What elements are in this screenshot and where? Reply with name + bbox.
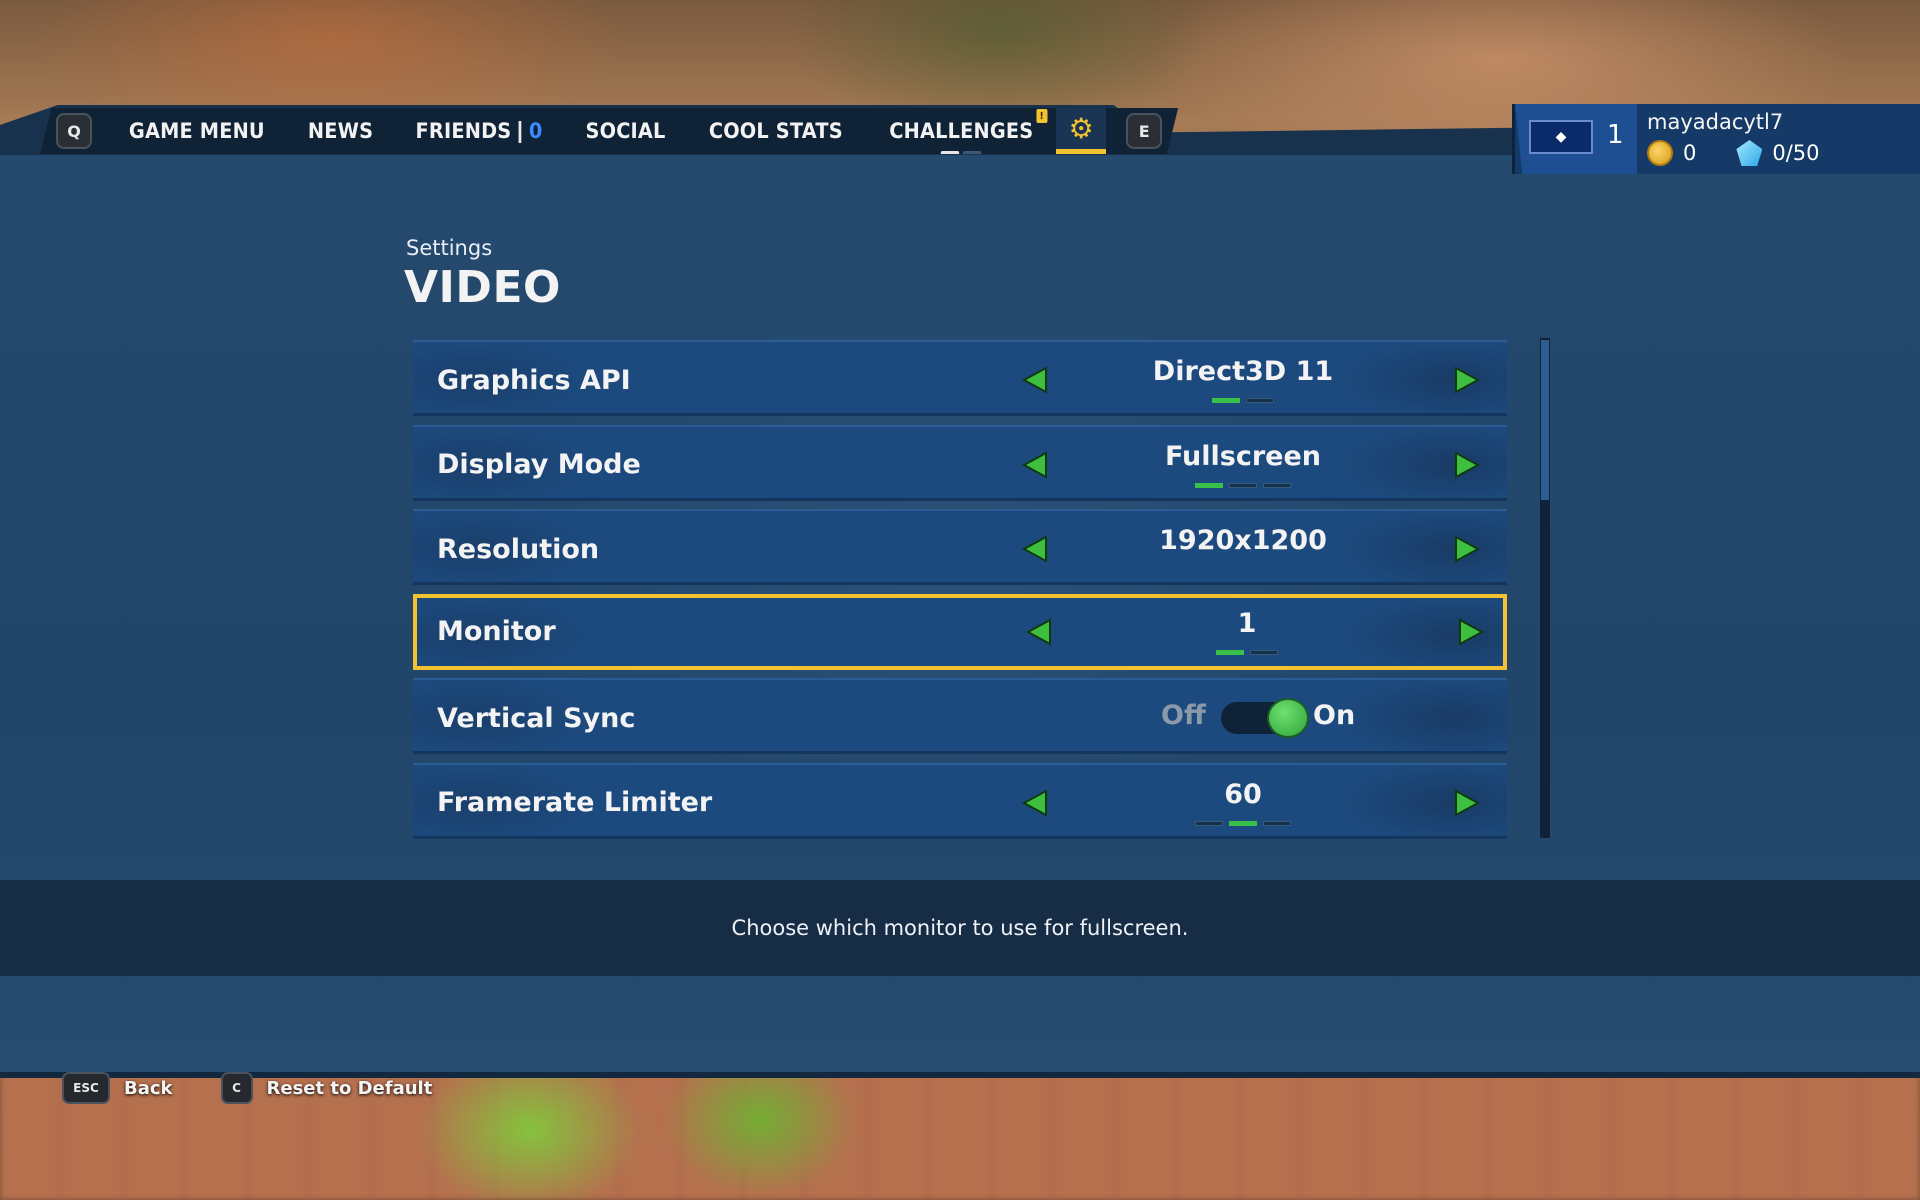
setting-label: Framerate Limiter [437, 787, 713, 818]
toggle-knob [1267, 698, 1309, 738]
option-pips [1093, 820, 1393, 826]
tab-friends-label: FRIENDS [415, 119, 512, 143]
settings-scrollbar[interactable] [1540, 338, 1550, 838]
setting-description: Choose which monitor to use for fullscre… [0, 880, 1920, 976]
setting-graphics-api[interactable]: Graphics API Direct3D 11 [413, 340, 1507, 416]
setting-value: 1920x1200 [1159, 525, 1327, 556]
tab-news[interactable]: NEWS [292, 119, 389, 143]
breadcrumb: Settings [406, 236, 493, 260]
arrow-right-icon[interactable] [1452, 450, 1482, 480]
back-button[interactable]: Back [124, 1078, 173, 1099]
settings-list: Graphics API Direct3D 11 Display Mode Fu… [413, 340, 1507, 847]
reset-to-default-button[interactable]: Reset to Default [267, 1078, 433, 1099]
nav-prev-key[interactable]: Q [56, 113, 92, 149]
setting-label: Resolution [437, 533, 600, 565]
setting-monitor[interactable]: Monitor 1 [413, 593, 1507, 670]
nav-next-key[interactable]: E [1126, 113, 1163, 149]
arrow-left-icon[interactable] [1020, 365, 1050, 395]
main-nav: Q GAME MENU NEWS FRIENDS 0 SOCIAL COOL ST… [40, 108, 1179, 154]
setting-value: Direct3D 11 [1152, 356, 1334, 387]
player-flag-icon: ◆ [1529, 120, 1593, 154]
setting-vertical-sync[interactable]: Vertical Sync Off On [413, 678, 1507, 754]
toggle-off-label: Off [1161, 700, 1206, 731]
setting-display-mode[interactable]: Display Mode Fullscreen [413, 424, 1507, 501]
friends-count: 0 [528, 119, 543, 143]
friends-divider [518, 121, 522, 143]
option-pips [1093, 398, 1393, 403]
setting-resolution[interactable]: Resolution 1920x1200 [413, 509, 1507, 585]
page-title: VIDEO [404, 262, 561, 313]
username: mayadacytl7 [1647, 110, 1784, 134]
arrow-left-icon[interactable] [1024, 617, 1054, 647]
setting-label: Vertical Sync [437, 702, 636, 734]
esc-key[interactable]: ESC [62, 1072, 110, 1104]
tab-cool-stats[interactable]: COOL STATS [693, 119, 858, 143]
challenges-alert-badge: ! [1035, 109, 1047, 123]
tab-game-menu[interactable]: GAME MENU [113, 119, 280, 143]
control-hints: ESC Back C Reset to Default [62, 1072, 466, 1104]
c-key[interactable]: C [220, 1072, 253, 1104]
gem-count: 0/50 [1772, 141, 1820, 165]
toggle-on-label: On [1313, 700, 1356, 731]
tab-social[interactable]: SOCIAL [570, 119, 681, 143]
setting-label: Graphics API [437, 364, 631, 396]
gem-icon [1736, 140, 1763, 166]
tab-settings[interactable]: ⚙ [1056, 108, 1107, 154]
tab-challenges[interactable]: CHALLENGES ! [873, 109, 1048, 154]
setting-framerate-limiter[interactable]: Framerate Limiter 60 [413, 762, 1507, 839]
arrow-right-icon[interactable] [1452, 365, 1482, 395]
setting-label: Monitor [437, 616, 556, 647]
scrollbar-thumb[interactable] [1541, 340, 1549, 500]
setting-value: Fullscreen [1164, 440, 1322, 472]
player-profile[interactable]: ◆ 1 mayadacytl7 0 0/50 [1512, 104, 1920, 174]
gear-icon: ⚙ [1068, 112, 1094, 145]
arrow-right-icon[interactable] [1456, 617, 1486, 647]
arrow-right-icon[interactable] [1452, 534, 1482, 564]
tab-friends[interactable]: FRIENDS 0 [400, 119, 558, 143]
setting-label: Display Mode [437, 449, 641, 480]
coin-icon [1647, 140, 1673, 166]
arrow-left-icon[interactable] [1020, 450, 1050, 480]
arrow-left-icon[interactable] [1020, 534, 1050, 564]
player-level: 1 [1607, 120, 1624, 150]
arrow-right-icon[interactable] [1452, 788, 1482, 818]
currency-display: 0 0/50 [1647, 140, 1820, 166]
arrow-left-icon[interactable] [1020, 788, 1050, 818]
option-pips [1097, 649, 1397, 655]
vsync-toggle[interactable] [1221, 698, 1309, 738]
description-text: Choose which monitor to use for fullscre… [731, 916, 1189, 940]
player-level-badge: ◆ 1 [1515, 104, 1637, 174]
coin-count: 0 [1683, 141, 1697, 165]
setting-value: 1 [1237, 607, 1257, 639]
setting-value: 60 [1224, 778, 1262, 810]
option-pips [1093, 482, 1393, 488]
tab-challenges-label: CHALLENGES [888, 119, 1033, 143]
